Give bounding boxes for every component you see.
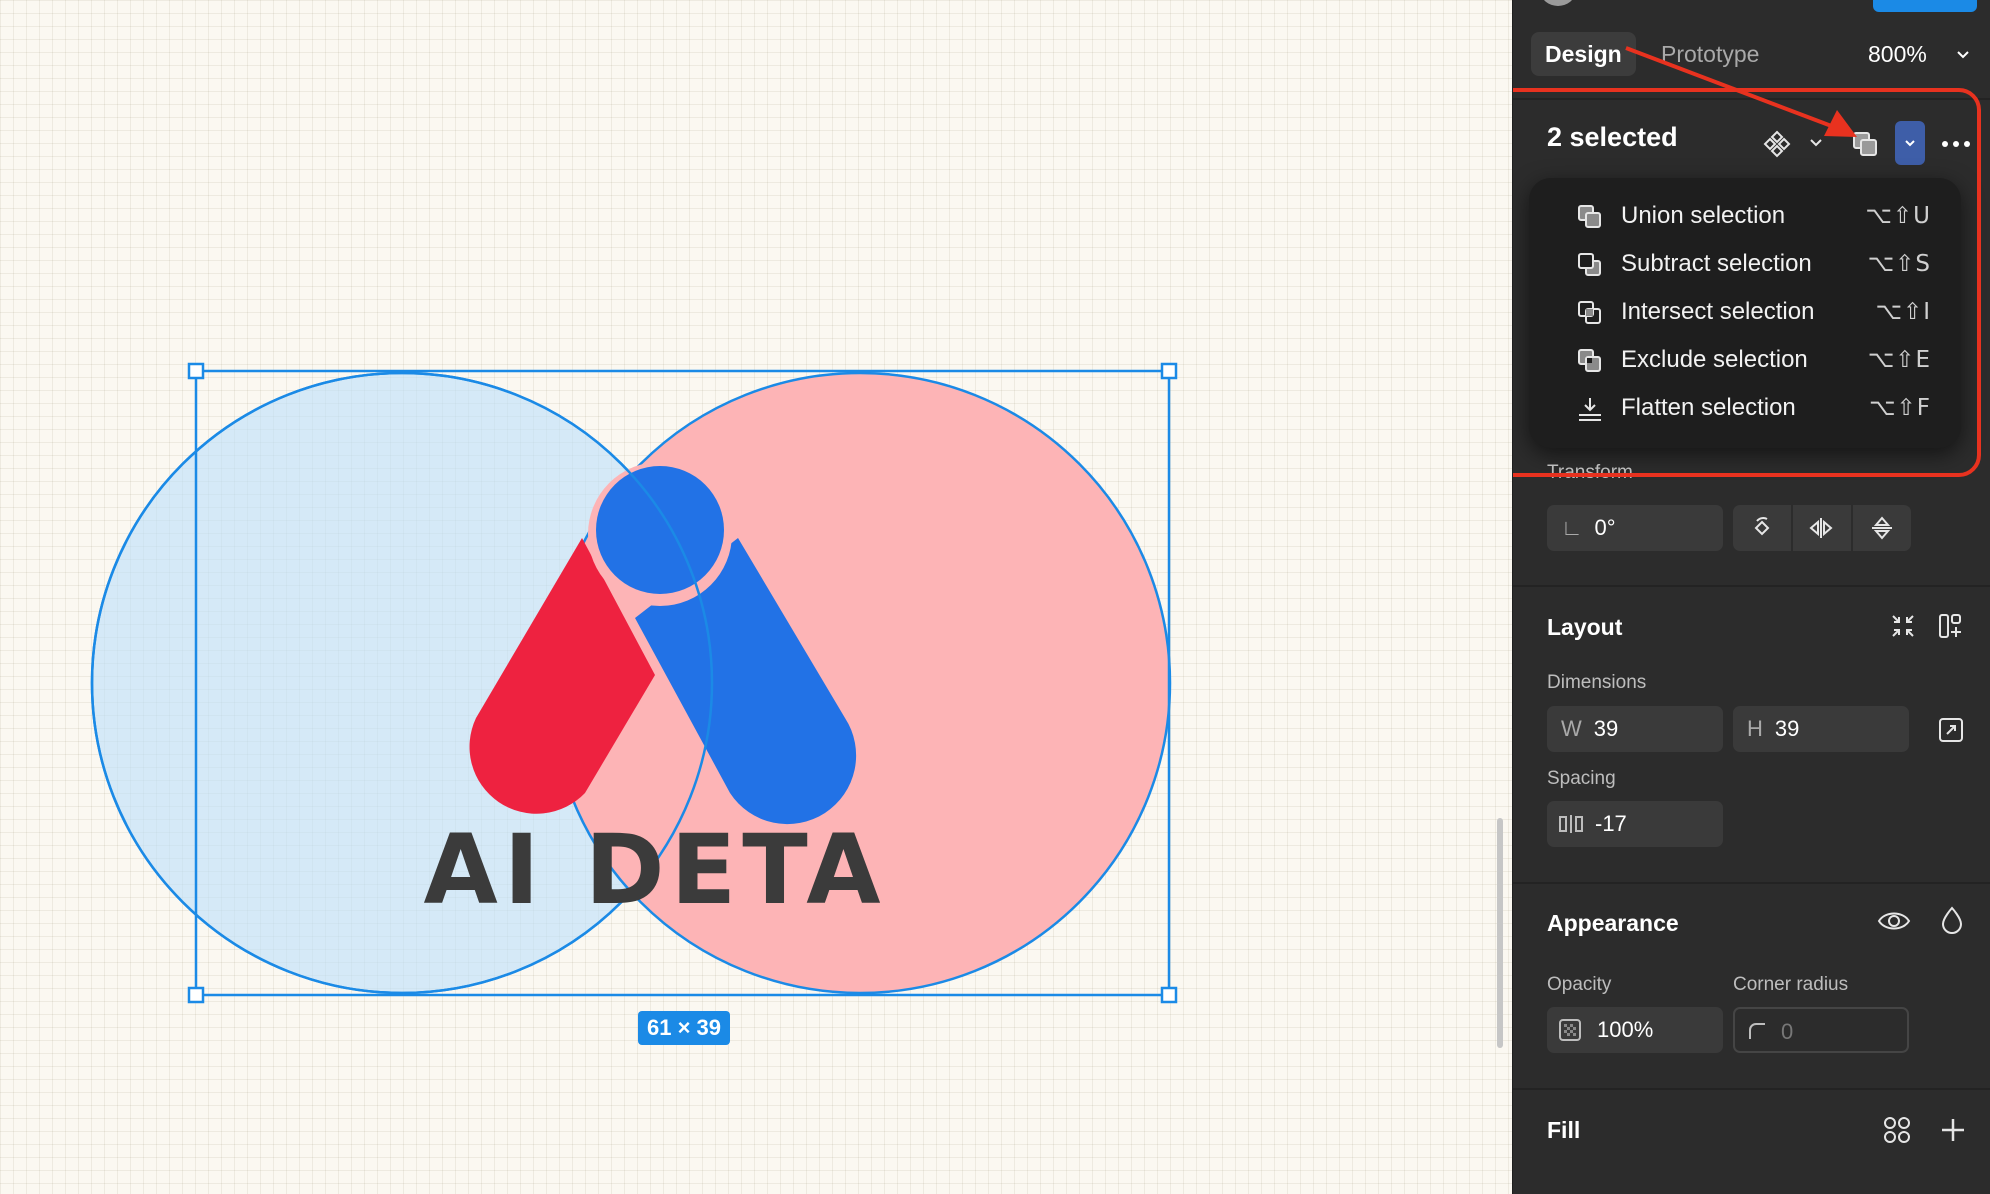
logo-blue-dot (596, 466, 724, 594)
annotation-arrow (1625, 46, 1857, 137)
layout-title: Layout (1547, 614, 1623, 640)
eye-icon[interactable] (1877, 908, 1911, 934)
spacing-field[interactable]: -17 (1547, 801, 1723, 847)
design-canvas[interactable]: AI DETA 61 × 39 (0, 0, 1512, 1194)
corner-radius-icon (1749, 1023, 1765, 1039)
blend-mode-icon[interactable] (1939, 906, 1965, 934)
width-value: 39 (1593, 716, 1619, 741)
resize-handle-br (1160, 986, 1178, 1004)
appearance-title: Appearance (1547, 910, 1679, 936)
opacity-label: Opacity (1547, 974, 1612, 995)
fill-title: Fill (1547, 1117, 1581, 1143)
flip-vertical-icon[interactable] (1869, 515, 1895, 541)
selection-size-badge: 61 × 39 (638, 1011, 730, 1045)
canvas-artwork: AI DETA (90, 362, 1178, 1004)
width-prefix: W (1561, 716, 1582, 741)
styles-icon[interactable] (1883, 1116, 1911, 1144)
resize-handle-bl (187, 986, 205, 1004)
corner-radius-label: Corner radius (1733, 974, 1849, 995)
constrain-proportions-icon[interactable] (1937, 716, 1965, 744)
resize-handle-tr (1160, 362, 1178, 380)
transform-actions (1733, 505, 1911, 551)
angle-icon: ∟ (1561, 515, 1583, 540)
dimensions-label: Dimensions (1547, 672, 1647, 693)
height-prefix: H (1747, 716, 1763, 741)
rotation-value: 0° (1594, 515, 1616, 540)
rotate-90-icon[interactable] (1749, 515, 1775, 541)
spacing-value: -17 (1595, 811, 1627, 836)
height-field[interactable]: H 39 (1733, 706, 1909, 752)
flip-horizontal-icon[interactable] (1808, 515, 1834, 541)
spacing-icon (1559, 815, 1583, 833)
resize-handle-tl (187, 362, 205, 380)
opacity-icon (1559, 1019, 1581, 1041)
add-auto-layout-icon[interactable] (1937, 612, 1965, 640)
opacity-value: 100% (1597, 1017, 1654, 1042)
width-field[interactable]: W 39 (1547, 706, 1723, 752)
add-fill-icon[interactable] (1939, 1116, 1967, 1144)
opacity-field[interactable]: 100% (1547, 1007, 1723, 1053)
logo-text: AI DETA (423, 814, 886, 926)
collapse-icon[interactable] (1889, 612, 1917, 640)
corner-radius-field[interactable]: 0 (1733, 1007, 1909, 1053)
corner-radius-value: 0 (1781, 1019, 1794, 1044)
canvas-scrollbar[interactable] (1497, 818, 1503, 1048)
spacing-label: Spacing (1547, 768, 1616, 789)
height-value: 39 (1774, 716, 1800, 741)
rotation-field[interactable]: ∟ 0° (1547, 505, 1723, 551)
